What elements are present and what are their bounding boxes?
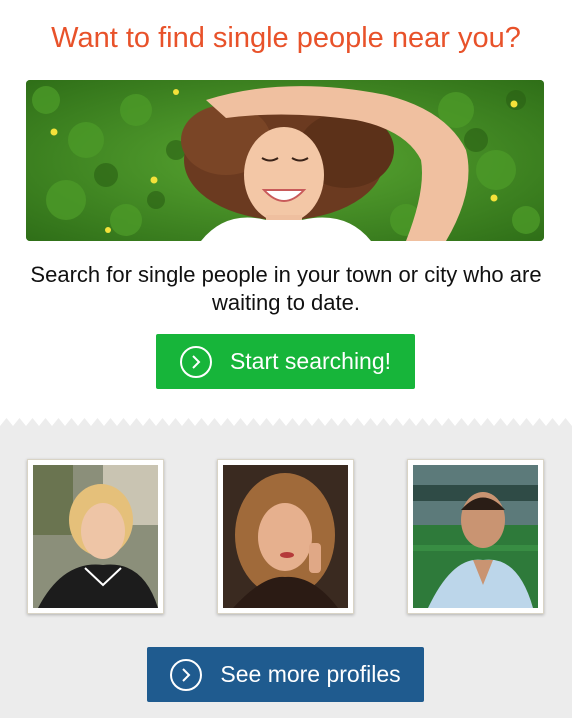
start-searching-label: Start searching! — [229, 348, 392, 374]
hero-photo-woman-in-grass — [26, 80, 544, 241]
see-more-profiles-label: See more profiles — [220, 661, 401, 687]
start-searching-button[interactable]: Start searching! — [156, 334, 415, 389]
page-headline: Want to find single people near you? — [51, 22, 521, 54]
profile-photo — [413, 465, 538, 608]
profile-card[interactable] — [217, 459, 354, 614]
see-more-profiles-button[interactable]: See more profiles — [147, 647, 424, 702]
profile-card[interactable] — [407, 459, 544, 614]
profile-photo — [223, 465, 348, 608]
search-description: Search for single people in your town or… — [30, 262, 542, 315]
profile-photo — [33, 465, 158, 608]
hero-image — [26, 80, 544, 241]
profile-card[interactable] — [27, 459, 164, 614]
chevron-right-circle-icon — [170, 658, 203, 691]
chevron-right-circle-icon — [179, 345, 212, 378]
